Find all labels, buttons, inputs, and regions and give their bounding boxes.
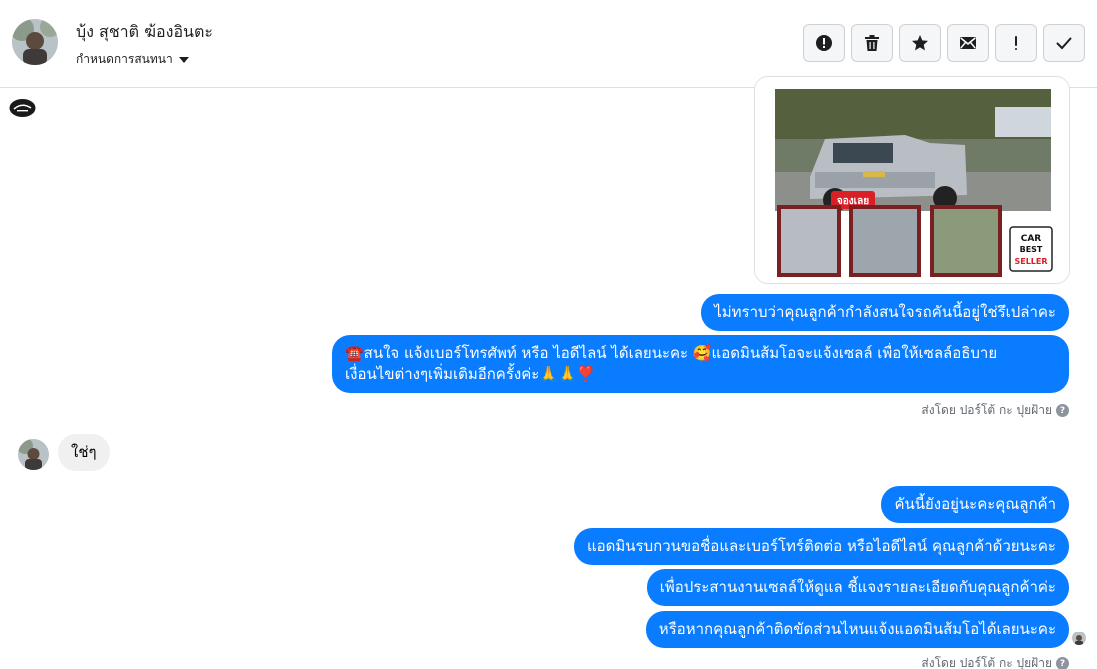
delete-button[interactable] <box>851 24 893 62</box>
seen-indicator-avatar <box>1072 631 1086 645</box>
mark-done-button[interactable] <box>1043 24 1085 62</box>
seller-badge-line1: CAR <box>1021 234 1042 244</box>
star-icon <box>912 35 928 51</box>
message-text: คันนี้ยังอยู่นะคะคุณลูกค้า <box>894 495 1056 513</box>
outgoing-message[interactable]: คันนี้ยังอยู่นะคะคุณลูกค้า <box>881 486 1069 523</box>
sender-avatar[interactable] <box>18 439 49 470</box>
outgoing-message[interactable]: หรือหากคุณลูกค้าติดขัดส่วนไหนแจ้งแอดมินส… <box>645 611 1069 648</box>
outgoing-message[interactable]: แอดมินรบกวนขอชื่อและเบอร์โทร์ติดต่อ หรือ… <box>573 528 1069 565</box>
report-button[interactable] <box>803 24 845 62</box>
exclamation-icon <box>1015 36 1017 50</box>
caret-down-icon <box>178 56 189 63</box>
mark-unread-button[interactable] <box>947 24 989 62</box>
spam-button[interactable] <box>995 24 1037 62</box>
help-icon[interactable]: ? <box>1056 657 1069 669</box>
help-icon[interactable]: ? <box>1056 404 1069 417</box>
seller-badge-line2: BEST <box>1020 245 1043 254</box>
nickname-dropdown[interactable]: กำหนดการสนทนา <box>76 50 189 69</box>
sent-by-text: ส่งโดย ปอร์โต้ กะ ปุยฝ้าย <box>921 656 1052 669</box>
sent-by-label: ส่งโดย ปอร์โต้ กะ ปุยฝ้าย ? <box>921 654 1069 669</box>
nickname-label: กำหนดการสนทนา <box>76 52 173 66</box>
envelope-icon <box>960 37 976 49</box>
message-text: เพื่อประสานงานเซลล์ให้ดูแล ชี้แจงรายละเอ… <box>659 578 1056 596</box>
alert-circle-icon <box>816 35 832 51</box>
outgoing-message[interactable]: ☎️สนใจ แจ้งเบอร์โทรศัพท์ หรือ ไอดีไลน์ ไ… <box>332 335 1069 393</box>
page-logo <box>9 98 36 118</box>
message-text: แอดมินรบกวนขอชื่อและเบอร์โทร์ติดต่อ หรือ… <box>586 537 1056 555</box>
contact-name: บุ้ง สุชาติ ฆ้องอินตะ <box>76 22 213 41</box>
car-advert-image[interactable]: จองเลย CAR BEST SELLER <box>754 76 1070 284</box>
trash-icon <box>865 35 879 51</box>
star-button[interactable] <box>899 24 941 62</box>
outgoing-message[interactable]: เพื่อประสานงานเซลล์ให้ดูแล ชี้แจงรายละเอ… <box>646 569 1069 606</box>
sent-by-text: ส่งโดย ปอร์โต้ กะ ปุยฝ้าย <box>921 403 1052 417</box>
contact-avatar[interactable] <box>12 19 58 65</box>
message-text-line: เงื่อนไขต่างๆเพิ่มเติมอีกครั้งค่ะ🙏🙏❣️ <box>345 365 596 383</box>
conversation-header: บุ้ง สุชาติ ฆ้องอินตะ กำหนดการสนทนา <box>0 0 1097 88</box>
message-text-line: ☎️สนใจ แจ้งเบอร์โทรศัพท์ หรือ ไอดีไลน์ ไ… <box>345 344 998 362</box>
outgoing-message[interactable]: ไม่ทราบว่าคุณลูกค้ากำลังสนใจรถคันนี้อยู่… <box>701 294 1069 331</box>
message-text: หรือหากคุณลูกค้าติดขัดส่วนไหนแจ้งแอดมินส… <box>658 620 1056 638</box>
seller-badge-line3: SELLER <box>1014 257 1047 266</box>
sent-by-label: ส่งโดย ปอร์โต้ กะ ปุยฝ้าย ? <box>921 401 1069 420</box>
toolbar <box>803 24 1085 62</box>
message-text: ไม่ทราบว่าคุณลูกค้ากำลังสนใจรถคันนี้อยู่… <box>714 303 1056 321</box>
incoming-message[interactable]: ใช่ๆ <box>58 434 110 471</box>
check-icon <box>1056 37 1072 50</box>
message-text: ใช่ๆ <box>71 443 97 461</box>
